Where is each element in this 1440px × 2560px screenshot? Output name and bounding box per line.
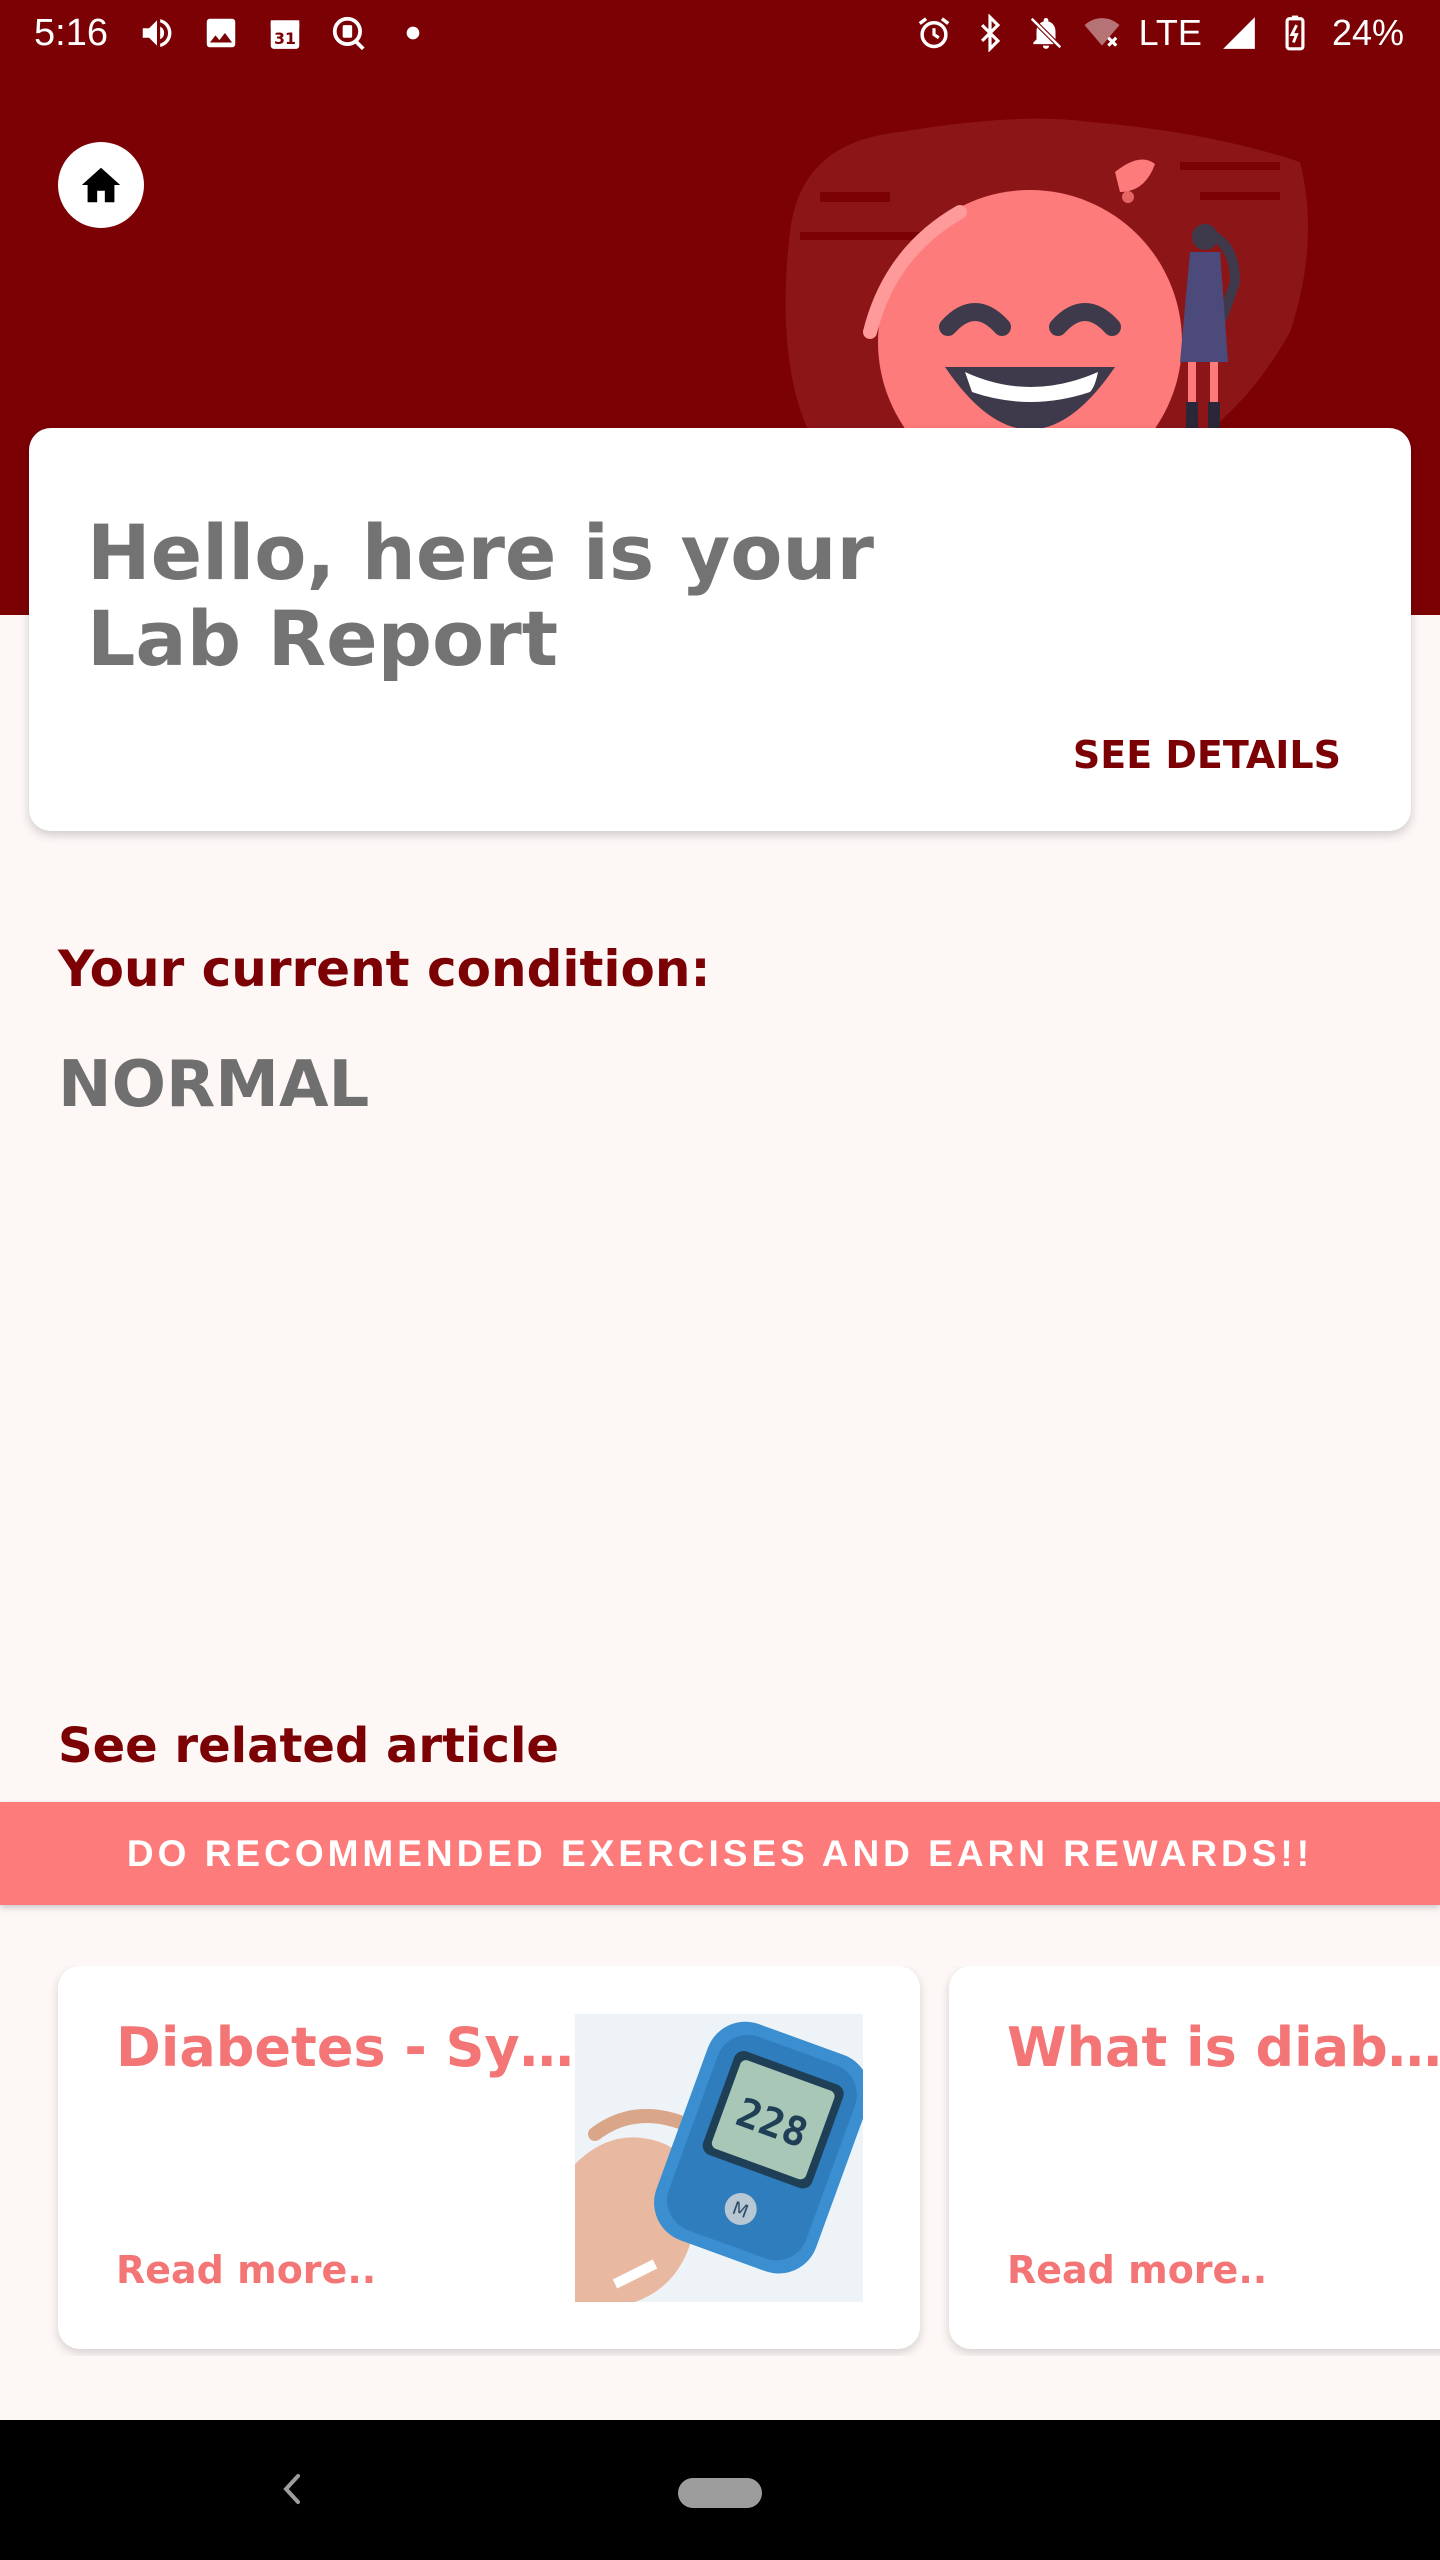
related-article-label: See related article: [58, 1718, 559, 1774]
greeting-title-line2: Lab Report: [87, 594, 559, 683]
bluetooth-icon: [980, 14, 1000, 52]
read-more-link[interactable]: Read more..: [116, 2248, 376, 2292]
calendar-icon: 31: [270, 20, 300, 49]
greeting-title-line1: Hello, here is your: [87, 508, 875, 597]
exercises-rewards-banner[interactable]: DO RECOMMENDED EXERCISES AND EARN REWARD…: [0, 1802, 1440, 1905]
assistant-icon: [332, 16, 365, 51]
home-icon: [81, 167, 121, 203]
glucose-meter-image: 228 M: [575, 2014, 863, 2302]
see-details-button[interactable]: SEE DETAILS: [1073, 733, 1341, 777]
read-more-link[interactable]: Read more..: [1007, 2248, 1267, 2292]
condition-value: NORMAL: [58, 1048, 370, 1122]
network-type: LTE: [1138, 12, 1202, 53]
article-card[interactable]: Diabetes - Symp… Read more.. 228 M: [58, 1966, 920, 2349]
condition-label: Your current condition:: [58, 940, 711, 998]
volume-icon: [142, 19, 172, 47]
status-left-icons: 31: [138, 14, 432, 52]
battery-level: 24%: [1331, 12, 1404, 53]
back-chevron-icon[interactable]: [276, 2464, 306, 2514]
battery-charging-icon: [1285, 15, 1305, 51]
article-title: Diabetes - Symp…: [116, 2016, 584, 2079]
greeting-title: Hello, here is your Lab Report: [87, 510, 987, 682]
lab-report-card[interactable]: Hello, here is your Lab Report SEE DETAI…: [29, 428, 1411, 831]
dot-icon: [406, 26, 420, 40]
alarm-icon: [918, 17, 949, 49]
status-bar: 5:16 31 LTE 24%: [0, 0, 1440, 72]
status-right: LTE 24%: [915, 12, 1404, 54]
calendar-day: 31: [274, 29, 296, 48]
wifi-off-icon: [1084, 18, 1119, 47]
banner-text: DO RECOMMENDED EXERCISES AND EARN REWARD…: [126, 1832, 1314, 1874]
article-title: What is diabete…: [1007, 2016, 1440, 2079]
bell-off-icon: [1029, 17, 1062, 49]
home-button[interactable]: [58, 142, 144, 228]
navigation-bar: [0, 2420, 1440, 2560]
signal-icon: [1223, 17, 1255, 49]
image-icon: [206, 18, 236, 48]
article-card[interactable]: What is diabete… Read more..: [949, 1966, 1440, 2349]
article-carousel[interactable]: Diabetes - Symp… Read more.. 228 M What …: [0, 1966, 1440, 2356]
home-pill[interactable]: [678, 2478, 762, 2508]
status-time: 5:16: [34, 12, 108, 54]
